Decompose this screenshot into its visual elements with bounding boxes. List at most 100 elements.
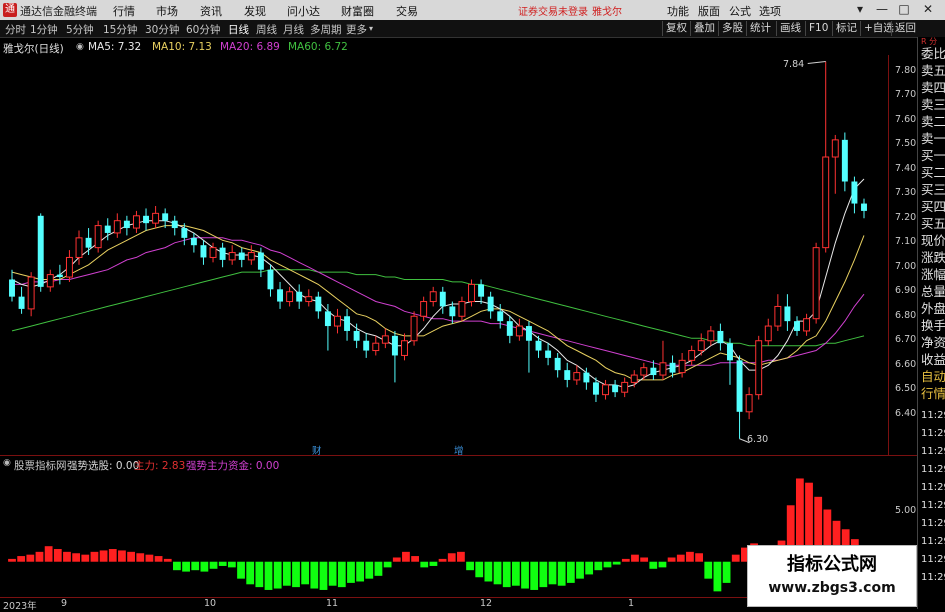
menu-gongshi[interactable]: 公式 (729, 3, 751, 19)
indicator-bar (282, 561, 291, 586)
indicator-settings-icon[interactable]: ◉ (3, 458, 11, 468)
candle-body (171, 220, 178, 229)
ma10-label: MA10: 7.13 (152, 41, 212, 53)
period-more[interactable]: 更多 (346, 22, 367, 37)
menu-xuanxiang[interactable]: 选项 (759, 3, 781, 19)
candle-up (27, 272, 35, 317)
tool-fuquan[interactable]: 复权 (662, 21, 687, 36)
candle-body (506, 321, 513, 336)
candle-up (602, 379, 609, 400)
candle-body (688, 350, 696, 361)
menu-faxian[interactable]: 发现 (244, 3, 266, 19)
candle-down (123, 215, 130, 236)
candle-up (812, 242, 820, 324)
login-status[interactable]: 证券交易未登录 (518, 3, 588, 18)
price-chart[interactable] (0, 55, 888, 455)
menu-gongneng[interactable]: 功能 (667, 3, 689, 19)
period-1min[interactable]: 1分钟 (30, 22, 58, 37)
indicator-bar (612, 561, 621, 565)
candle-down (851, 176, 858, 214)
quote-tab[interactable]: 行情 (921, 385, 945, 402)
date-label: 11 (326, 598, 339, 609)
candle-body (583, 372, 590, 383)
candle-down (56, 264, 63, 285)
candle-body (85, 237, 92, 248)
price-tick: 6.70 (895, 334, 917, 345)
period-weekly[interactable]: 周线 (256, 22, 277, 37)
menu-hangqing[interactable]: 行情 (113, 3, 135, 19)
period-15min[interactable]: 15分钟 (103, 22, 137, 37)
indicator-bar (576, 561, 584, 579)
candle-body (9, 279, 15, 297)
quote-row-label: 卖二 (921, 114, 945, 129)
indicator-bar (484, 561, 493, 582)
high-price-label: 7.84 (783, 59, 805, 70)
more-chevron-icon[interactable]: ▾ (369, 24, 373, 33)
tool-diejia[interactable]: 叠加 (690, 21, 715, 36)
tool-back[interactable]: 返回 (891, 21, 916, 36)
indicator-bar (658, 561, 667, 568)
indicator-bar (246, 561, 255, 585)
period-fenshi[interactable]: 分时 (5, 22, 26, 37)
indicator-bar (255, 561, 264, 588)
period-monthly[interactable]: 月线 (283, 22, 304, 37)
price-tick: 7.70 (895, 89, 917, 100)
date-label: 12 (480, 598, 493, 609)
minimize-icon[interactable]: — (872, 1, 892, 17)
candle-body (75, 237, 83, 258)
chart-settings-icon[interactable]: ◉ (76, 42, 84, 52)
candle-body (94, 225, 102, 249)
tick-time: 11:29 (921, 482, 945, 493)
auto-quote-toggle[interactable]: 自动 (921, 368, 945, 385)
tick-time: 11:29 (921, 572, 945, 583)
menu-jiaoyi[interactable]: 交易 (396, 3, 418, 19)
price-tick: 7.50 (895, 138, 917, 149)
candle-body (707, 330, 715, 342)
menu-toggle-icon[interactable]: ▾ (850, 1, 870, 17)
pane-divider[interactable] (0, 455, 917, 456)
candle-body (841, 139, 848, 182)
indicator-bar (621, 558, 630, 562)
candle-down (171, 215, 178, 236)
maximize-icon[interactable]: □ (894, 1, 914, 17)
indicator-bar (319, 561, 328, 590)
close-icon[interactable]: ✕ (918, 1, 938, 17)
indicator-bar (676, 554, 685, 562)
candle-body (420, 301, 428, 317)
indicator-bar (722, 561, 731, 583)
tool-add-watchlist[interactable]: +自选 (860, 21, 894, 36)
menu-caifuquan[interactable]: 财富圈 (341, 3, 374, 19)
menu-banmian[interactable]: 版面 (698, 3, 720, 19)
indicator-bar (81, 554, 90, 562)
candle-body (162, 213, 169, 221)
price-tick: 6.40 (895, 408, 917, 419)
period-daily[interactable]: 日线 (228, 22, 249, 37)
indicator-bar (667, 557, 676, 562)
app-title: 通达信金融终端 (20, 5, 97, 18)
indicator-bar (328, 561, 337, 586)
tool-biaoji[interactable]: 标记 (832, 21, 857, 36)
indicator-bar (145, 554, 154, 562)
period-multi[interactable]: 多周期 (310, 22, 342, 37)
ma5-line (11, 178, 865, 388)
tool-tongji[interactable]: 统计 (746, 21, 771, 36)
menu-shichang[interactable]: 市场 (156, 3, 178, 19)
tool-f10[interactable]: F10 (805, 21, 828, 36)
candle-down (439, 286, 446, 314)
indicator-bar (356, 561, 365, 582)
candle-down (736, 355, 743, 439)
tool-duogu[interactable]: 多股 (718, 21, 743, 36)
tool-huaxian[interactable]: 画线 (776, 21, 801, 36)
quote-row-label: 净资 (921, 335, 945, 350)
candle-body (831, 139, 839, 158)
candle-body (669, 362, 676, 373)
period-60min[interactable]: 60分钟 (186, 22, 220, 37)
period-5min[interactable]: 5分钟 (66, 22, 94, 37)
candle-body (56, 274, 63, 278)
candle-up (372, 335, 380, 356)
menu-wenxiaoda[interactable]: 问小达 (287, 3, 320, 19)
period-30min[interactable]: 30分钟 (145, 22, 179, 37)
candle-body (46, 274, 54, 288)
menu-zixun[interactable]: 资讯 (200, 3, 222, 19)
candle-body (334, 315, 341, 327)
